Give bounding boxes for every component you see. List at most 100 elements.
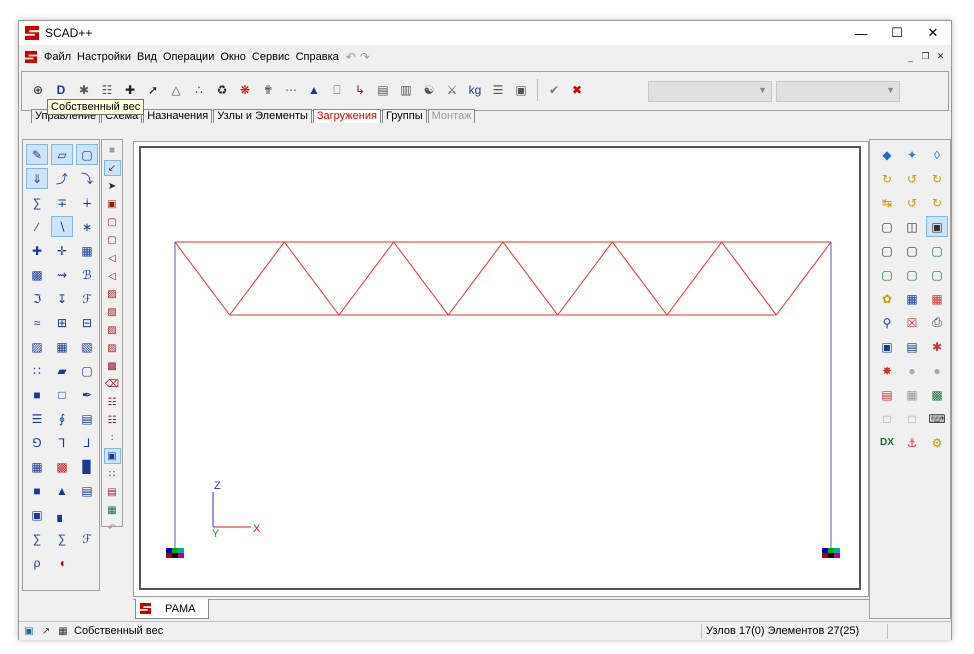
menu-operations[interactable]: Операции	[160, 51, 217, 63]
view-side-icon[interactable]: ◁	[104, 250, 121, 266]
select-mode-icon[interactable]: ↙	[103, 160, 121, 176]
mdi-restore-icon[interactable]: ❐	[919, 50, 932, 63]
minimize-icon[interactable]: —	[843, 21, 879, 45]
rotate-x-2-icon[interactable]: ↺	[901, 168, 923, 189]
maximize-icon[interactable]: ☐	[879, 21, 915, 45]
color-wheel-icon[interactable]: ✸	[876, 360, 898, 381]
dots-icon[interactable]: ∶	[104, 430, 121, 446]
column-g-icon[interactable]: ▲	[51, 480, 73, 501]
fragment-icon[interactable]: ▣	[103, 448, 121, 464]
tab-nodes-elements[interactable]: Узлы и Элементы	[213, 109, 312, 123]
d-load-icon[interactable]: D	[51, 79, 71, 101]
view-iso-2-icon[interactable]: ▢	[104, 232, 121, 248]
brush-icon[interactable]: ✒	[76, 384, 98, 405]
load-nj-icon[interactable]: ∓	[51, 192, 73, 213]
settings-color-icon[interactable]: ✱	[926, 336, 948, 357]
bar-chart-icon[interactable]: ▉	[76, 456, 98, 477]
view-cube-1-icon[interactable]: ▢	[876, 240, 898, 261]
menu-settings[interactable]: Настройки	[74, 51, 134, 63]
load-icon-5[interactable]: △	[166, 79, 186, 101]
menu-view[interactable]: Вид	[134, 51, 160, 63]
view-cube-4-icon[interactable]: ▢	[876, 264, 898, 285]
load-down-icon[interactable]: ↧	[51, 288, 73, 309]
load-combination-select[interactable]: ▼	[776, 81, 900, 102]
load-icon-18[interactable]: ☰	[488, 79, 508, 101]
load-f2-icon[interactable]: ℱ	[76, 528, 98, 549]
tab-assignments[interactable]: Назначения	[143, 109, 213, 123]
redo-icon[interactable]: ↷	[360, 50, 370, 64]
load-wave-icon[interactable]: ≈	[26, 312, 48, 333]
load-l-icon[interactable]: ⅃	[76, 432, 98, 453]
truss-diagonal[interactable]	[502, 241, 559, 316]
truss-diagonal[interactable]	[393, 241, 449, 316]
frame-icon[interactable]: □	[51, 384, 73, 405]
load-icon-19[interactable]: ▣	[511, 79, 531, 101]
table-red-icon[interactable]: ▩	[51, 456, 73, 477]
cube-5-icon[interactable]: ▩	[104, 358, 121, 374]
mdi-minimize-icon[interactable]: _	[904, 50, 917, 63]
hatch-icon[interactable]: ▩	[26, 264, 48, 285]
support-left-icon[interactable]	[166, 548, 184, 558]
truss-diagonal[interactable]	[721, 241, 777, 316]
table-grid-icon[interactable]: ▦	[26, 456, 48, 477]
zoom-cross-icon[interactable]: ☒	[901, 312, 923, 333]
close-icon[interactable]: ✕	[915, 21, 951, 45]
truss-diagonal[interactable]	[447, 241, 504, 316]
kg-load-icon[interactable]: kg	[465, 79, 485, 101]
mesh-load-icon[interactable]: ▨	[26, 336, 48, 357]
disc-2-icon[interactable]: ●	[926, 360, 948, 381]
numbering-icon[interactable]: ☷	[104, 394, 121, 410]
k-load-icon[interactable]: ℬ	[76, 264, 98, 285]
cursor-icon[interactable]: ➤	[104, 178, 121, 194]
load-icon-11[interactable]: ▲	[304, 79, 324, 101]
load-icon-15[interactable]: ▥	[396, 79, 416, 101]
eraser-icon[interactable]: ⌫	[104, 376, 121, 392]
sum-table-icon[interactable]: ∑	[26, 528, 48, 549]
copy-icon[interactable]: ▤	[104, 484, 121, 500]
link-icon[interactable]: ⚓	[901, 432, 923, 453]
plate-layers-icon[interactable]: ▣	[26, 504, 48, 525]
truss-diagonal[interactable]	[229, 241, 285, 316]
load-icon-14[interactable]: ▤	[373, 79, 393, 101]
view-2d-icon[interactable]: ▣	[926, 216, 948, 237]
cube-4-icon[interactable]: ▨	[104, 340, 121, 356]
mesh-n-icon[interactable]: ∮	[51, 408, 73, 429]
cross-icon[interactable]: ✖	[567, 79, 587, 101]
plus-grid-2-icon[interactable]: ⊟	[76, 312, 98, 333]
beam-load-icon[interactable]: ⤴	[51, 168, 73, 189]
load-icon-2[interactable]: ☷	[97, 79, 117, 101]
grid-green-icon[interactable]: ▩	[926, 384, 948, 405]
back-icon[interactable]: ↶	[104, 520, 121, 536]
rotate-x-icon[interactable]: ↻	[876, 168, 898, 189]
cube-icon[interactable]: ▨	[104, 286, 121, 302]
checkmark-icon[interactable]: ✔	[544, 79, 564, 101]
dx-icon[interactable]: DX	[876, 432, 898, 453]
truss-diagonal[interactable]	[666, 241, 723, 316]
model-canvas[interactable]: Z Y X	[139, 146, 861, 590]
truss-diagonal[interactable]	[775, 241, 832, 316]
load-r-icon[interactable]: ∕	[26, 216, 48, 237]
pencil-icon[interactable]: ✎	[26, 144, 48, 165]
undo-icon[interactable]: ↶	[346, 50, 356, 64]
truss-diagonal[interactable]	[174, 241, 231, 316]
load-g2-icon[interactable]: ⅂	[51, 432, 73, 453]
menu-service[interactable]: Сервис	[249, 51, 293, 63]
cube-2-icon[interactable]: ▨	[104, 304, 121, 320]
element-grid-icon[interactable]: ▦	[901, 288, 923, 309]
menu-help[interactable]: Справка	[293, 51, 342, 63]
fill-icon[interactable]: ■	[26, 480, 48, 501]
view-cube-5-icon[interactable]: ▢	[901, 264, 923, 285]
load-tt-icon[interactable]: ∔	[76, 192, 98, 213]
load-selected-icon[interactable]: ∖	[51, 216, 73, 237]
sum-load-icon[interactable]: ∑	[51, 528, 73, 549]
menu-file[interactable]: Файл	[41, 51, 74, 63]
document-tab-rama[interactable]: РАМА	[135, 599, 209, 619]
folder-icon[interactable]: □	[876, 408, 898, 429]
support-right-icon[interactable]	[822, 548, 840, 558]
dots-grid-icon[interactable]: ∷	[26, 360, 48, 381]
load-m-icon[interactable]: ℑ	[26, 288, 48, 309]
load-icon-8[interactable]: ❋	[235, 79, 255, 101]
self-weight-icon[interactable]: ⊕	[28, 79, 48, 101]
truss-diagonal[interactable]	[338, 241, 395, 316]
rotate-y-3-icon[interactable]: ↻	[926, 192, 948, 213]
